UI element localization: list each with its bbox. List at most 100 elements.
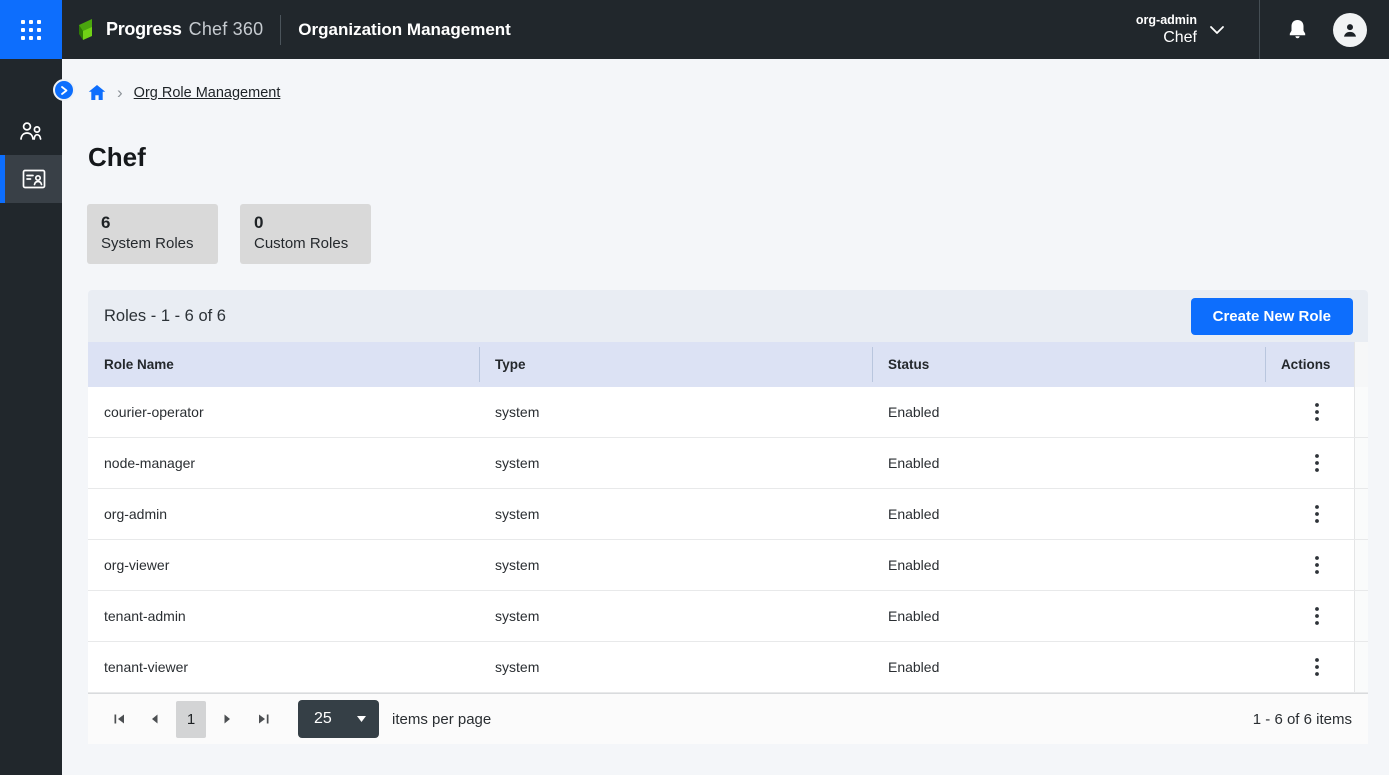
kebab-menu-icon bbox=[1315, 658, 1319, 676]
row-actions-menu-button[interactable] bbox=[1305, 397, 1329, 427]
last-page-button[interactable] bbox=[248, 702, 278, 736]
table-row: courier-operator system Enabled bbox=[88, 387, 1368, 438]
users-icon bbox=[18, 119, 44, 143]
sidebar bbox=[0, 59, 62, 775]
next-page-button[interactable] bbox=[212, 702, 242, 736]
topbar: Progress Chef 360 Organization Managemen… bbox=[0, 0, 1389, 59]
status-cell: Enabled bbox=[872, 540, 1265, 590]
type-cell: system bbox=[479, 387, 872, 437]
breadcrumb-home-button[interactable] bbox=[88, 84, 106, 101]
breadcrumb: › Org Role Management bbox=[88, 84, 280, 101]
row-actions-menu-button[interactable] bbox=[1305, 601, 1329, 631]
role-name-cell: node-manager bbox=[88, 438, 479, 488]
page-size-dropdown[interactable]: 25 bbox=[298, 700, 379, 738]
org-switcher-role: org-admin bbox=[1136, 13, 1197, 27]
sidebar-item-users[interactable] bbox=[0, 107, 62, 155]
org-switcher-org: Chef bbox=[1163, 29, 1197, 47]
person-icon bbox=[1340, 20, 1360, 40]
previous-page-icon bbox=[149, 713, 161, 725]
scrollbar-gutter bbox=[1354, 387, 1368, 437]
first-page-button[interactable] bbox=[104, 702, 134, 736]
type-cell: system bbox=[479, 540, 872, 590]
home-icon bbox=[88, 84, 106, 101]
column-header-role-name: Role Name bbox=[88, 342, 479, 387]
column-header-actions: Actions bbox=[1265, 342, 1354, 387]
stat-value: 0 bbox=[254, 213, 371, 233]
row-actions-menu-button[interactable] bbox=[1305, 652, 1329, 682]
row-actions-menu-button[interactable] bbox=[1305, 550, 1329, 580]
table-header-row: Role Name Type Status Actions bbox=[88, 342, 1368, 387]
next-page-icon bbox=[221, 713, 233, 725]
main-content: › Org Role Management Chef 6 System Role… bbox=[62, 59, 1389, 775]
type-cell: system bbox=[479, 591, 872, 641]
stat-card-custom-roles: 0 Custom Roles bbox=[240, 204, 371, 264]
previous-page-button[interactable] bbox=[140, 702, 170, 736]
status-cell: Enabled bbox=[872, 387, 1265, 437]
stat-card-system-roles: 6 System Roles bbox=[87, 204, 218, 264]
type-cell: system bbox=[479, 489, 872, 539]
user-avatar[interactable] bbox=[1333, 13, 1367, 47]
chevron-right-icon bbox=[59, 85, 69, 96]
last-page-icon bbox=[257, 713, 270, 725]
stat-cards: 6 System Roles 0 Custom Roles bbox=[87, 204, 371, 264]
role-badge-icon bbox=[21, 167, 47, 191]
roles-panel: Roles - 1 - 6 of 6 Create New Role Role … bbox=[88, 290, 1368, 744]
bell-icon bbox=[1286, 18, 1309, 42]
notifications-button[interactable] bbox=[1286, 18, 1309, 42]
roles-panel-header: Roles - 1 - 6 of 6 Create New Role bbox=[88, 290, 1368, 342]
table-row: tenant-admin system Enabled bbox=[88, 591, 1368, 642]
brand-logo: Progress Chef 360 bbox=[77, 19, 263, 41]
role-name-cell: courier-operator bbox=[88, 387, 479, 437]
stat-label: Custom Roles bbox=[254, 235, 371, 252]
page-title: Chef bbox=[88, 142, 146, 173]
chevron-down-icon bbox=[1209, 25, 1225, 35]
breadcrumb-link-org-role-management[interactable]: Org Role Management bbox=[134, 85, 281, 101]
stat-value: 6 bbox=[101, 213, 218, 233]
pagination-range-label: 1 - 6 of 6 items bbox=[1253, 711, 1352, 728]
create-new-role-button[interactable]: Create New Role bbox=[1191, 298, 1353, 335]
status-cell: Enabled bbox=[872, 642, 1265, 692]
row-actions-menu-button[interactable] bbox=[1305, 448, 1329, 478]
scrollbar-gutter bbox=[1354, 489, 1368, 539]
scrollbar-gutter bbox=[1354, 642, 1368, 692]
topbar-divider bbox=[280, 15, 281, 45]
roles-panel-title: Roles - 1 - 6 of 6 bbox=[104, 307, 226, 326]
column-header-type: Type bbox=[479, 342, 872, 387]
status-cell: Enabled bbox=[872, 591, 1265, 641]
apps-grid-icon bbox=[21, 20, 41, 40]
type-cell: system bbox=[479, 642, 872, 692]
role-name-cell: org-admin bbox=[88, 489, 479, 539]
page-number-button[interactable]: 1 bbox=[176, 701, 206, 738]
column-header-status: Status bbox=[872, 342, 1265, 387]
kebab-menu-icon bbox=[1315, 505, 1319, 523]
scrollbar-gutter bbox=[1354, 438, 1368, 488]
breadcrumb-separator: › bbox=[117, 84, 123, 101]
caret-down-icon bbox=[357, 716, 366, 722]
table-body: courier-operator system Enabled node-man… bbox=[88, 387, 1368, 693]
kebab-menu-icon bbox=[1315, 454, 1319, 472]
brand-progress-text: Progress bbox=[106, 19, 182, 40]
stat-label: System Roles bbox=[101, 235, 218, 252]
sidebar-item-org-roles[interactable] bbox=[0, 155, 62, 203]
progress-logo-icon bbox=[77, 19, 99, 41]
items-per-page-label: items per page bbox=[392, 711, 491, 728]
table-row: tenant-viewer system Enabled bbox=[88, 642, 1368, 693]
table-row: org-admin system Enabled bbox=[88, 489, 1368, 540]
kebab-menu-icon bbox=[1315, 403, 1319, 421]
topbar-divider bbox=[1259, 0, 1260, 59]
sidebar-expand-toggle[interactable] bbox=[53, 79, 75, 101]
kebab-menu-icon bbox=[1315, 556, 1319, 574]
org-switcher[interactable]: org-admin Chef bbox=[1130, 9, 1231, 51]
kebab-menu-icon bbox=[1315, 607, 1319, 625]
scrollbar-gutter bbox=[1354, 591, 1368, 641]
page-size-value: 25 bbox=[314, 710, 332, 728]
app-launcher-button[interactable] bbox=[0, 0, 62, 59]
type-cell: system bbox=[479, 438, 872, 488]
table-row: org-viewer system Enabled bbox=[88, 540, 1368, 591]
role-name-cell: tenant-viewer bbox=[88, 642, 479, 692]
scrollbar-gutter bbox=[1354, 540, 1368, 590]
status-cell: Enabled bbox=[872, 438, 1265, 488]
role-name-cell: tenant-admin bbox=[88, 591, 479, 641]
pagination-bar: 1 25 items per page 1 - 6 of 6 items bbox=[88, 693, 1368, 744]
row-actions-menu-button[interactable] bbox=[1305, 499, 1329, 529]
